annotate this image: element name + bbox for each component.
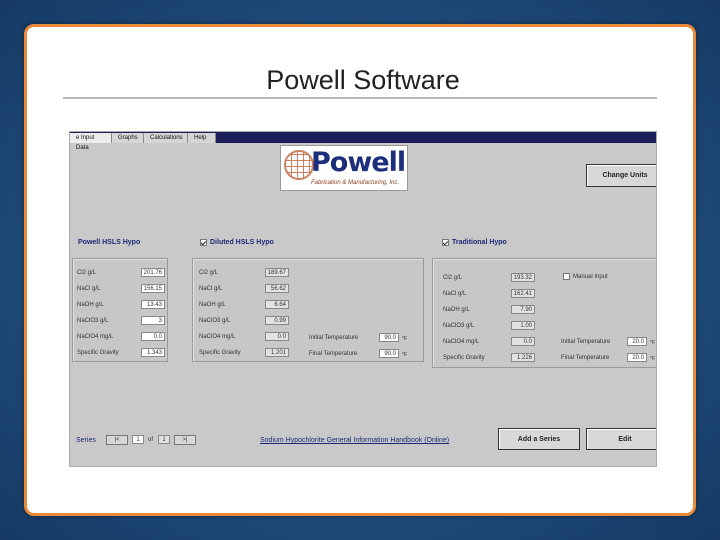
diluted-final-temp-input[interactable]: 90.0	[379, 349, 399, 358]
traditional-field-label: Specific Gravity	[443, 355, 485, 361]
hsls-cl2-input[interactable]: 201.76	[141, 268, 165, 277]
diluted-naclo4-value: 0.0	[265, 332, 289, 341]
traditional-panel: Manual Input Cl2 g/L 193.32 NaCl g/L 162…	[432, 258, 656, 368]
last-series-button[interactable]: >|	[174, 435, 196, 445]
slide-background: Powell Software e Input Data Graphs Calc…	[0, 0, 720, 540]
total-series-value: 1	[158, 435, 170, 444]
traditional-field-label: Cl2 g/L	[443, 275, 463, 281]
tab-bar: e Input Data Graphs Calculations Help	[70, 132, 656, 151]
edit-button[interactable]: Edit	[586, 428, 656, 450]
hsls-field-label: Specific Gravity	[77, 350, 119, 356]
traditional-field-label: NaCl g/L	[443, 291, 467, 297]
traditional-nacl-value: 162.41	[511, 289, 535, 298]
manual-input-label: Manual Input	[573, 274, 608, 280]
diluted-initial-temp-label: Initial Temperature	[309, 335, 359, 341]
traditional-field-label: NaOH g/L	[443, 307, 470, 313]
diluted-field-label: NaCl g/L	[199, 286, 223, 292]
traditional-naoh-value: 7.90	[511, 305, 535, 314]
hsls-field-label: NaClO3 g/L	[77, 318, 109, 324]
traditional-naclo4-value: 0.0	[511, 337, 535, 346]
logo-subtitle: Fabrication & Manufacturing, Inc.	[311, 180, 400, 186]
diluted-field-label: Cl2 g/L	[199, 270, 219, 276]
manual-input-checkbox[interactable]	[563, 273, 570, 280]
traditional-cl2-value: 193.32	[511, 273, 535, 282]
hsls-title-text: Powell HSLS Hypo	[78, 239, 141, 246]
traditional-field-label: NaClO4 mg/L	[443, 339, 480, 345]
handbook-link[interactable]: Sodium Hypochlorite General Information …	[260, 437, 449, 444]
tab-graphs[interactable]: Graphs	[112, 133, 144, 143]
hsls-sg-input[interactable]: 1.343	[141, 348, 165, 357]
diluted-field-label: NaOH g/L	[199, 302, 226, 308]
tab-input-data[interactable]: e Input Data	[70, 133, 112, 151]
first-series-button[interactable]: |<	[106, 435, 128, 445]
hsls-naclo3-input[interactable]: 3	[141, 316, 165, 325]
tab-calculations[interactable]: Calculations	[144, 133, 188, 143]
hsls-nacl-input[interactable]: 156.15	[141, 284, 165, 293]
traditional-sg-value: 1.226	[511, 353, 535, 362]
hsls-field-label: NaOH g/L	[77, 302, 104, 308]
diluted-nacl-value: 56.62	[265, 284, 289, 293]
traditional-title-text: Traditional Hypo	[452, 239, 507, 246]
traditional-initial-temp-input[interactable]: 20.0	[627, 337, 647, 346]
diluted-title-text: Diluted HSLS Hypo	[210, 239, 274, 246]
traditional-checkbox[interactable]	[442, 239, 449, 246]
diluted-naclo3-value: 0.99	[265, 316, 289, 325]
traditional-section-title: Traditional Hypo	[442, 239, 507, 246]
diluted-field-label: NaClO4 mg/L	[199, 334, 236, 340]
diluted-final-temp-label: Final Temperature	[309, 351, 358, 357]
title-divider	[63, 97, 657, 99]
diluted-field-label: NaClO3 g/L	[199, 318, 231, 324]
temp-unit: °F	[650, 356, 656, 362]
hsls-field-label: Cl2 g/L	[77, 270, 97, 276]
hsls-naclo4-input[interactable]: 0.0	[141, 332, 165, 341]
diluted-initial-temp-input[interactable]: 90.0	[379, 333, 399, 342]
diluted-naoh-value: 6.64	[265, 300, 289, 309]
logo-wordmark: Powell	[311, 147, 406, 178]
temp-unit: °F	[402, 336, 408, 342]
powell-logo: Powell Fabrication & Manufacturing, Inc.	[280, 145, 408, 191]
temp-unit: °F	[650, 340, 656, 346]
traditional-field-label: NaClO3 g/L	[443, 323, 475, 329]
traditional-initial-temp-label: Initial Temperature	[561, 339, 611, 345]
traditional-final-temp-label: Final Temperature	[561, 355, 610, 361]
hsls-field-label: NaCl g/L	[77, 286, 101, 292]
of-label: of	[148, 437, 154, 443]
series-label: Series	[76, 437, 96, 444]
diluted-sg-value: 1.201	[265, 348, 289, 357]
slide-title: Powell Software	[266, 65, 460, 95]
change-units-button[interactable]: Change Units	[586, 164, 656, 187]
globe-icon	[284, 150, 314, 180]
current-series-input[interactable]: 1	[132, 435, 144, 444]
diluted-panel: Cl2 g/L 189.67 NaCl g/L 56.62 NaOH g/L 6…	[192, 258, 424, 362]
hsls-panel: Cl2 g/L 201.76 NaCl g/L 156.15 NaOH g/L …	[72, 258, 168, 362]
slide: Powell Software e Input Data Graphs Calc…	[24, 24, 696, 516]
diluted-field-label: Specific Gravity	[199, 350, 241, 356]
software-screenshot: e Input Data Graphs Calculations Help Po…	[69, 131, 657, 467]
hsls-field-label: NaClO4 mg/L	[77, 334, 114, 340]
traditional-naclo3-value: 1.00	[511, 321, 535, 330]
traditional-final-temp-input[interactable]: 20.0	[627, 353, 647, 362]
hsls-section-title: Powell HSLS Hypo	[78, 239, 140, 246]
diluted-checkbox[interactable]	[200, 239, 207, 246]
hsls-naoh-input[interactable]: 13.43	[141, 300, 165, 309]
add-series-button[interactable]: Add a Series	[498, 428, 580, 450]
diluted-cl2-value: 189.67	[265, 268, 289, 277]
temp-unit: °F	[402, 352, 408, 358]
diluted-section-title: Diluted HSLS Hypo	[200, 239, 274, 246]
tab-help[interactable]: Help	[188, 133, 216, 143]
